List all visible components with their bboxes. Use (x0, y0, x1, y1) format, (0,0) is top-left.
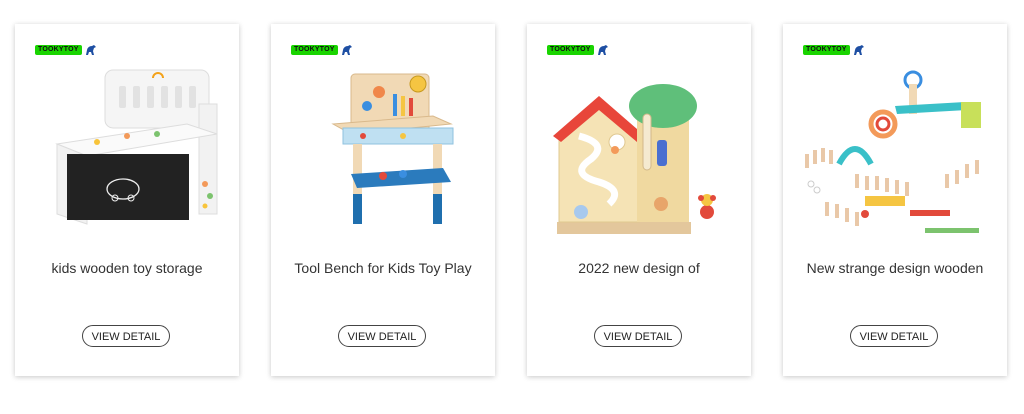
brand-logo: TOOKYTOY (291, 44, 354, 56)
product-title[interactable]: kids wooden toy storage (15, 260, 239, 276)
dinosaur-icon (341, 45, 352, 55)
view-detail-button[interactable]: VIEW DETAIL (850, 325, 938, 347)
view-detail-button[interactable]: VIEW DETAIL (594, 325, 682, 347)
brand-logo: TOOKYTOY (547, 44, 610, 56)
brand-logo: TOOKYTOY (803, 44, 866, 56)
product-image-tool-bench[interactable] (283, 64, 483, 239)
product-image-activity-board[interactable] (539, 64, 739, 239)
brand-logo-text: TOOKYTOY (547, 45, 594, 55)
product-grid: TOOKYTOY kids wooden toy storage VIEW DE… (0, 0, 1024, 414)
product-card[interactable]: TOOKYTOY Tool Bench for Kids Toy Play VI… (271, 24, 495, 376)
product-card[interactable]: TOOKYTOY (15, 24, 239, 376)
brand-logo: TOOKYTOY (35, 44, 98, 56)
product-title[interactable]: 2022 new design of (527, 260, 751, 276)
product-image-toy-storage-bench[interactable] (27, 64, 227, 239)
product-title[interactable]: Tool Bench for Kids Toy Play (271, 260, 495, 276)
brand-logo-text: TOOKYTOY (35, 45, 82, 55)
dinosaur-icon (85, 45, 96, 55)
dinosaur-icon (853, 45, 864, 55)
brand-logo-text: TOOKYTOY (803, 45, 850, 55)
view-detail-button[interactable]: VIEW DETAIL (82, 325, 170, 347)
product-title[interactable]: New strange design wooden (783, 260, 1007, 276)
brand-logo-text: TOOKYTOY (291, 45, 338, 55)
product-image-domino-track[interactable] (795, 64, 995, 239)
product-card[interactable]: TOOKYTOY (783, 24, 1007, 376)
dinosaur-icon (597, 45, 608, 55)
view-detail-button[interactable]: VIEW DETAIL (338, 325, 426, 347)
product-card[interactable]: TOOKYTOY (527, 24, 751, 376)
